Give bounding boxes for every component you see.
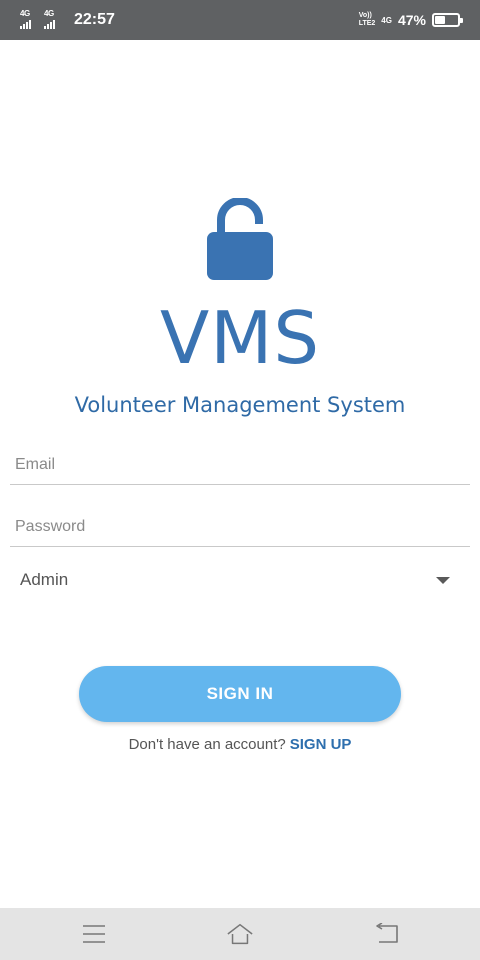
chevron-down-icon[interactable] bbox=[436, 576, 450, 584]
signup-prompt: Don't have an account? bbox=[128, 736, 286, 753]
sim1-signal-icon: 4G bbox=[20, 9, 40, 31]
lock-icon bbox=[207, 198, 273, 280]
volte-icon: Vo)) LTE2 bbox=[359, 12, 376, 28]
status-left: 4G 4G 22:57 bbox=[20, 0, 115, 40]
volte-line1: Vo)) bbox=[358, 12, 372, 19]
app-title: VMS bbox=[159, 296, 321, 380]
battery-fill bbox=[435, 16, 445, 24]
status-right: Vo)) LTE2 4G 47% bbox=[359, 0, 463, 40]
battery-percent: 47% bbox=[397, 12, 426, 28]
password-field[interactable] bbox=[10, 507, 470, 547]
signup-row: Don't have an account? SIGN UP bbox=[0, 736, 480, 753]
role-selected-value: Admin bbox=[20, 570, 69, 589]
role-dropdown[interactable]: Admin bbox=[10, 560, 470, 600]
battery-icon bbox=[432, 13, 463, 27]
menu-icon[interactable] bbox=[80, 921, 108, 947]
sign-up-link[interactable]: SIGN UP bbox=[290, 736, 352, 753]
sign-in-button[interactable]: SIGN IN bbox=[79, 666, 401, 722]
app-subtitle: Volunteer Management System bbox=[74, 393, 406, 417]
volte-line2: LTE2 bbox=[358, 20, 376, 27]
data-network-label: 4G bbox=[381, 15, 392, 25]
status-time: 22:57 bbox=[74, 11, 115, 28]
back-icon[interactable] bbox=[372, 921, 400, 947]
email-field[interactable] bbox=[10, 445, 470, 485]
home-icon[interactable] bbox=[226, 921, 254, 947]
sim2-signal-icon: 4G bbox=[44, 9, 64, 31]
sim1-network-label: 4G bbox=[20, 9, 30, 18]
navigation-bar bbox=[0, 908, 480, 960]
sim2-network-label: 4G bbox=[44, 9, 54, 18]
status-bar: 4G 4G 22:57 Vo)) LTE2 4G 47% bbox=[0, 0, 480, 40]
